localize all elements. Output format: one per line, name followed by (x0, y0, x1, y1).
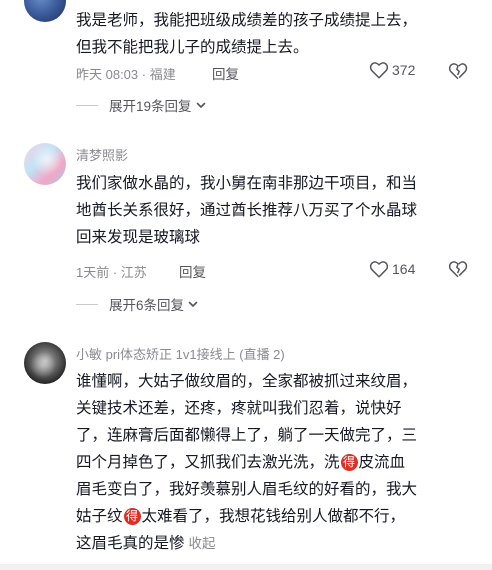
comment-text: 四个月掉色了，又抓我们去激光洗，洗 (76, 454, 340, 471)
comment-line: 关键技术还差，还疼，疼就叫我们忍着，说快好 (76, 400, 402, 417)
expand-replies-label: 展开19条回复 (109, 99, 192, 114)
emoji-de-badge: 得 (340, 454, 358, 471)
username[interactable]: 小敏 pri体态矫正 1v1接线上 (直播 2) (76, 344, 285, 363)
expand-replies-button[interactable]: 展开6条回复 (76, 294, 199, 314)
like-button[interactable]: 164 (369, 260, 415, 278)
comment-line: 我是老师，我能把班级成绩差的孩子成绩提上去， (76, 12, 418, 29)
comment-text: 这眉毛真的是惨 (76, 535, 185, 552)
comment-content: 我们家做水晶的，我小舅在南非那边干项目，和当 地酋长关系很好，通过酋长推荐八万买… (76, 170, 478, 251)
expand-replies-button[interactable]: 展开19条回复 (76, 95, 207, 115)
reply-button[interactable]: 回复 (212, 63, 239, 83)
emoji-de-badge: 得 (123, 508, 141, 525)
comment-line: 了，连麻膏后面都懒得上了，躺了一天做完了，三 (76, 427, 418, 444)
comment-content: 谁懂啊，大姑子做纹眉的，全家都被抓过来纹眉， 关键技术还差，还疼，疼就叫我们忍着… (76, 368, 478, 557)
avatar[interactable] (24, 342, 66, 384)
like-count: 164 (392, 261, 416, 277)
comment-line: 眉毛变白了，我好羡慕别人眉毛纹的好看的，我大 (76, 481, 418, 498)
comment-line: 四个月掉色了，又抓我们去激光洗，洗得皮流血 (76, 449, 478, 476)
like-button[interactable]: 372 (369, 61, 415, 79)
comment-line: 姑子纹得太难看了，我想花钱给别人做都不行， (76, 503, 478, 530)
comment-line: 地酋长关系很好，通过酋长推荐八万买了个水晶球 (76, 202, 418, 219)
comment-content: 我是老师，我能把班级成绩差的孩子成绩提上去， 但我不能把我儿子的成绩提上去。 (76, 7, 478, 61)
broken-heart-icon[interactable] (448, 62, 468, 80)
heart-outline-icon (369, 62, 389, 79)
reply-button[interactable]: 回复 (179, 261, 206, 281)
comment-line: 我们家做水晶的，我小舅在南非那边干项目，和当 (76, 175, 418, 192)
comment-text: 皮流血 (358, 454, 406, 471)
broken-heart-icon[interactable] (448, 260, 468, 278)
chevron-down-icon (188, 301, 198, 307)
like-count: 372 (392, 62, 416, 78)
chevron-down-icon (196, 102, 205, 108)
avatar[interactable] (24, 0, 66, 22)
comment-line: 这眉毛真的是惨 收起 (76, 530, 478, 557)
bottom-edge (0, 564, 492, 570)
avatar[interactable] (24, 143, 66, 185)
username[interactable]: 清梦照影 (76, 145, 128, 164)
comment-line: 回来发现是玻璃球 (76, 229, 201, 246)
heart-outline-icon (369, 261, 389, 278)
divider (76, 104, 98, 106)
comment-meta: 1天前 · 江苏 (76, 265, 147, 280)
comment-line: 但我不能把我儿子的成绩提上去。 (76, 39, 309, 56)
divider (76, 303, 98, 305)
comment-text: 姑子纹 (76, 508, 123, 525)
comment-meta: 昨天 08:03 · 福建 (76, 67, 176, 82)
comment-line: 谁懂啊，大姑子做纹眉的，全家都被抓过来纹眉， (76, 373, 418, 390)
comment-text: 太难看了，我想花钱给别人做都不行， (141, 508, 406, 525)
collapse-button[interactable]: 收起 (189, 536, 216, 551)
expand-replies-label: 展开6条回复 (109, 298, 185, 313)
